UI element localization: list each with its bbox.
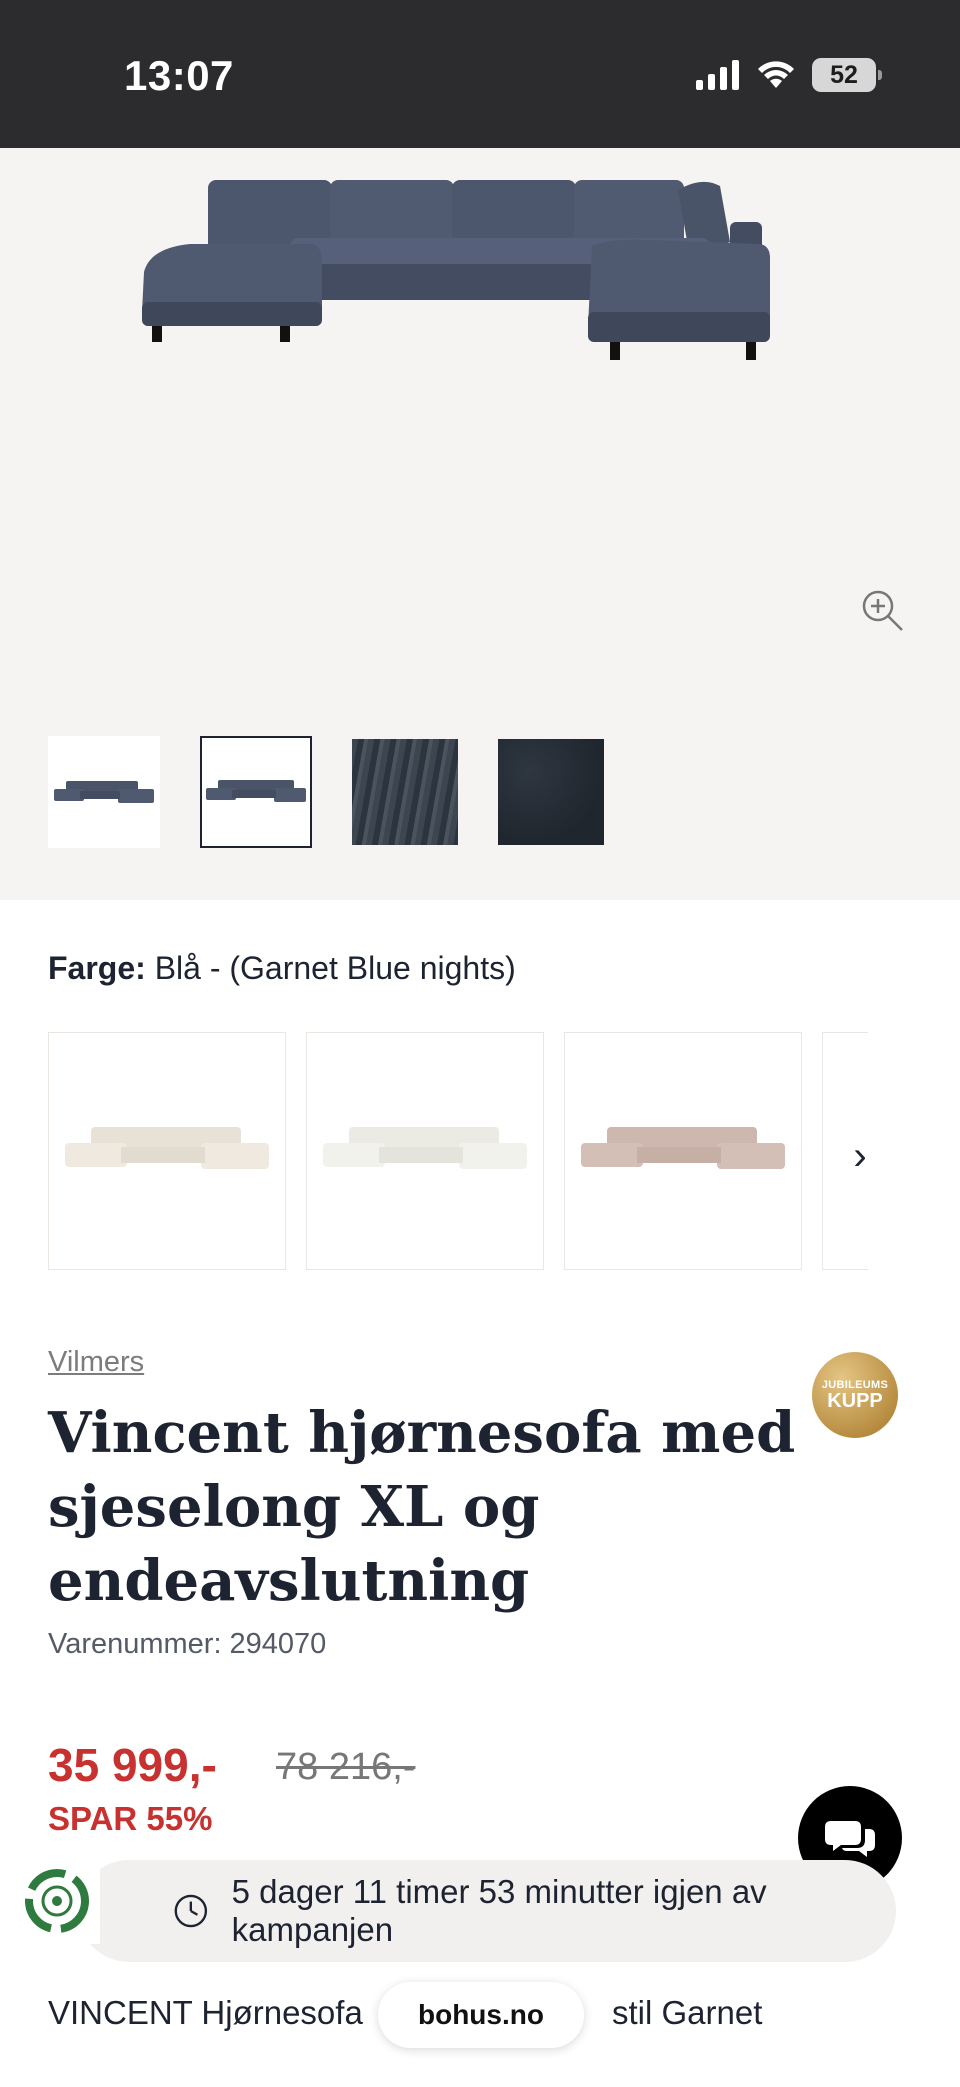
original-price: 78 216,-: [276, 1746, 416, 1788]
jubileums-kupp-badge: JUBILEUMS KUPP: [812, 1352, 898, 1438]
chat-bubbles-icon: [825, 1821, 875, 1857]
thumbnail-fabric-swatch[interactable]: [498, 739, 604, 845]
color-option-beige[interactable]: [48, 1032, 286, 1270]
sku-label: Varenummer:: [48, 1628, 222, 1660]
status-icons: 52: [696, 58, 882, 92]
campaign-countdown-bar: 5 dager 11 timer 53 minutter igjen av ka…: [78, 1860, 896, 1962]
color-label: Farge: Blå - (Garnet Blue nights): [48, 950, 516, 987]
thumbnail-sofa-angle[interactable]: [48, 736, 160, 848]
current-price: 35 999,-: [48, 1739, 217, 1791]
color-options-carousel: [48, 1032, 868, 1272]
thumbnail-fabric-closeup[interactable]: [352, 739, 458, 845]
status-bar: 13:07 52: [0, 0, 960, 148]
zoom-icon[interactable]: [860, 588, 906, 634]
color-option-off-white[interactable]: [306, 1032, 544, 1270]
sofa-off-white-image: [323, 1127, 527, 1169]
color-option-rose[interactable]: [564, 1032, 802, 1270]
color-label-key: Farge:: [48, 950, 146, 986]
product-gallery[interactable]: [0, 148, 960, 900]
product-image-sofa[interactable]: [130, 162, 830, 362]
recycle-icon: [25, 1869, 89, 1933]
sku-value: 294070: [229, 1628, 327, 1660]
sofa-beige-image: [65, 1127, 269, 1169]
eco-recycle-badge[interactable]: [14, 1858, 100, 1944]
signal-icon: [696, 60, 739, 90]
battery-indicator: 52: [812, 58, 882, 92]
thumbnail-sofa-image: [206, 780, 306, 802]
thumbnail-sofa-image: [54, 781, 154, 803]
color-value: Blå - (Garnet Blue nights): [154, 950, 516, 986]
browser-url-pill[interactable]: bohus.no: [378, 1982, 584, 2048]
brand-link[interactable]: Vilmers: [48, 1346, 144, 1379]
sofa-rose-image: [581, 1127, 785, 1169]
campaign-countdown-text: 5 dager 11 timer 53 minutter igjen av ka…: [231, 1873, 767, 1948]
thumbnail-sofa-front[interactable]: [200, 736, 312, 848]
gallery-thumbnails: [48, 736, 604, 848]
status-time: 13:07: [124, 52, 234, 99]
product-title: Vincent hjørnesofa med sjeselong XL og e…: [48, 1400, 796, 1614]
clock-icon: [174, 1894, 208, 1928]
badge-main-text: KUPP: [827, 1390, 883, 1412]
wifi-icon: [758, 61, 794, 88]
description-preview-start: VINCENT Hjørnesofa: [48, 1994, 363, 2031]
description-preview-end: stil Garnet: [611, 1994, 763, 2031]
savings-label: SPAR 55%: [48, 1800, 213, 1837]
carousel-next-chevron-icon[interactable]: ›: [836, 1128, 884, 1184]
sku: Varenummer: 294070: [48, 1628, 326, 1661]
